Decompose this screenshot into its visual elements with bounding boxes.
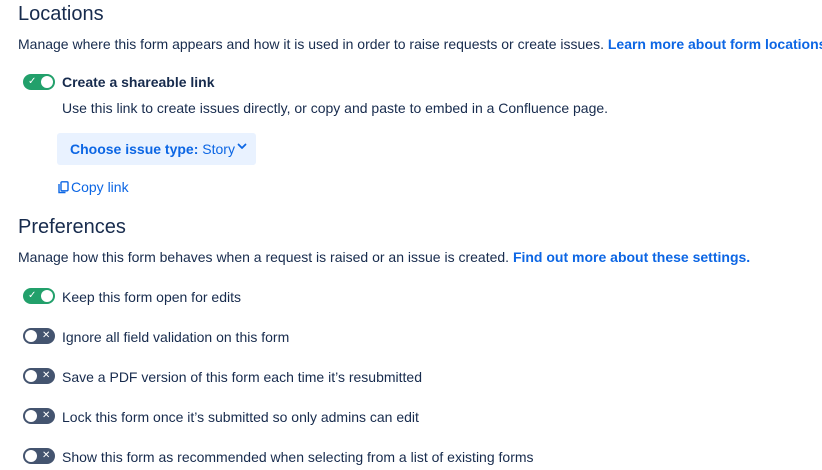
cross-icon: ✕ [42,370,51,381]
pref-toggle-keep-open[interactable]: ✓ [23,288,55,304]
toggle-knob [41,76,53,88]
learn-more-link[interactable]: Learn more about form locations. [608,36,822,52]
chevron-down-icon [237,143,247,149]
locations-heading: Locations [18,3,104,25]
preferences-description-text: Manage how this form behaves when a requ… [18,249,510,265]
preferences-heading: Preferences [18,216,126,238]
locations-description: Manage where this form appears and how i… [18,36,822,52]
issue-type-dropdown[interactable]: Choose issue type: Story [57,133,256,165]
preferences-description: Manage how this form behaves when a requ… [18,249,750,265]
check-icon: ✓ [28,76,37,87]
copy-link-label: Copy link [71,179,129,195]
shareable-link-help: Use this link to create issues directly,… [62,100,609,116]
pref-toggle-recommended[interactable]: ✕ [23,448,55,464]
cross-icon: ✕ [42,410,51,421]
cross-icon: ✕ [42,330,51,341]
pref-toggle-ignore-validation[interactable]: ✕ [23,328,55,344]
shareable-link-label: Create a shareable link [62,74,215,90]
check-icon: ✓ [28,290,37,301]
pref-toggle-lock-form[interactable]: ✕ [23,408,55,424]
locations-description-text: Manage where this form appears and how i… [18,36,604,52]
toggle-knob [25,330,37,342]
copy-icon [58,181,69,194]
pref-label-keep-open: Keep this form open for edits [62,289,241,305]
copy-link-button[interactable]: Copy link [58,179,129,195]
pref-label-lock-form: Lock this form once it’s submitted so on… [62,409,419,425]
pref-label-recommended: Show this form as recommended when selec… [62,449,534,465]
issue-type-prefix: Choose issue type: [70,141,199,157]
toggle-knob [41,290,53,302]
pref-label-save-pdf: Save a PDF version of this form each tim… [62,369,422,385]
toggle-knob [25,450,37,462]
find-out-more-link[interactable]: Find out more about these settings. [513,249,750,265]
pref-toggle-save-pdf[interactable]: ✕ [23,368,55,384]
issue-type-value: Story [202,141,235,157]
shareable-link-toggle[interactable]: ✓ [23,74,55,90]
pref-label-ignore-validation: Ignore all field validation on this form [62,329,290,345]
toggle-knob [25,410,37,422]
toggle-knob [25,370,37,382]
cross-icon: ✕ [42,450,51,461]
